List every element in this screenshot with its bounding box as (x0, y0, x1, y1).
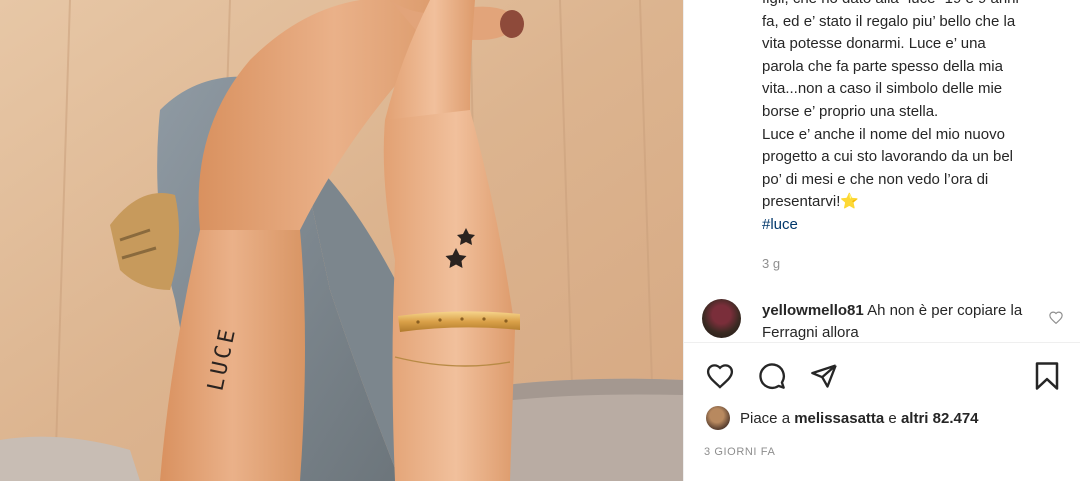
liker-username[interactable]: melissasatta (794, 410, 884, 427)
comment-body: yellowmello81 Ah non è per copiare la Fe… (762, 300, 1042, 344)
small-heart-icon[interactable] (1049, 311, 1063, 329)
likes-middle: e (884, 409, 901, 427)
post-side-panel: figli, che ho dato alla “luce” 19 e 9 an… (683, 0, 1080, 481)
heart-icon[interactable] (702, 358, 738, 394)
likes-summary: Piace a melissasatta e altri 82.474 (706, 405, 979, 431)
comment-username[interactable]: yellowmello81 (762, 302, 864, 319)
bookmark-icon[interactable] (1029, 358, 1065, 394)
comment-avatar[interactable] (702, 299, 741, 338)
paper-plane-icon[interactable] (806, 358, 842, 394)
comment-bubble-icon[interactable] (754, 358, 790, 394)
caption-age[interactable]: 3 g (762, 256, 780, 271)
likes-prefix: Piace a (740, 409, 795, 427)
post-timestamp[interactable]: 3 GIORNI FA (704, 446, 775, 458)
liker-avatar[interactable] (706, 406, 730, 430)
actions-divider (684, 342, 1080, 343)
likes-count[interactable]: altri 82.474 (901, 410, 979, 427)
comment-row: yellowmello81 Ah non è per copiare la Fe… (702, 299, 1072, 341)
hashtag-link[interactable]: #luce (762, 214, 1067, 237)
action-bar (684, 358, 1080, 394)
tattoo-photo: LUCE (0, 0, 683, 481)
caption-text: figli, che ho dato alla “luce” 19 e 9 an… (762, 0, 1019, 211)
post-caption: figli, che ho dato alla “luce” 19 e 9 an… (762, 0, 1067, 249)
post-photo[interactable]: LUCE (0, 0, 683, 481)
